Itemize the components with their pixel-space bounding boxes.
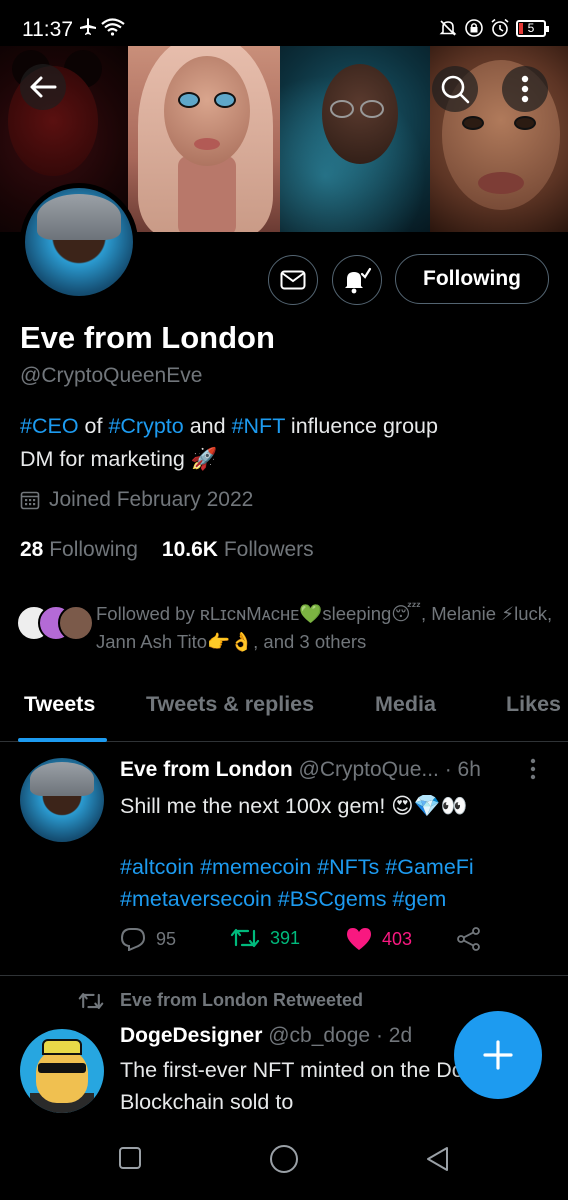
tweet-actions: 95 391 403 — [120, 927, 520, 957]
hashtag-link[interactable]: #CEO — [20, 414, 79, 438]
bio-text: and — [183, 414, 232, 438]
status-right: 5 — [438, 18, 549, 38]
active-tab-indicator — [18, 738, 107, 742]
tweet-header: Eve from London @CryptoQue... · 6h — [120, 758, 481, 782]
tweet-divider — [0, 975, 568, 976]
retweet-author-avatar[interactable] — [20, 1029, 104, 1113]
battery-icon: 5 — [516, 19, 549, 37]
bio-line-1: #CEO of #Crypto and #NFT influence group — [20, 410, 550, 443]
envelope-icon — [280, 270, 306, 290]
reply-button[interactable]: 95 — [120, 927, 176, 951]
retweeted-text: Eve from London Retweeted — [120, 990, 364, 1010]
following-count-link[interactable]: 28 Following — [20, 538, 138, 562]
profile-bio: #CEO of #Crypto and #NFT influence group… — [20, 410, 550, 476]
heart-icon — [347, 928, 371, 950]
retweet-author[interactable]: DogeDesigner — [120, 1024, 262, 1047]
tab-media[interactable]: Media — [375, 692, 436, 717]
search-button[interactable] — [432, 66, 478, 112]
tweet-handle-time: @CryptoQue... · 6h — [298, 758, 481, 781]
back-nav-button[interactable] — [425, 1146, 451, 1177]
tweet-text: Shill me the next 100x gem! 😍💎👀 — [120, 794, 468, 818]
battery-level: 5 — [527, 21, 535, 35]
hashtag-link[interactable]: #Crypto — [108, 414, 183, 438]
profile-avatar[interactable] — [20, 183, 138, 301]
circle-icon — [270, 1145, 298, 1173]
tab-tweets-replies[interactable]: Tweets & replies — [146, 692, 314, 717]
follower-avatars — [16, 600, 96, 641]
arrow-left-icon — [30, 76, 57, 98]
followers-label: Followers — [223, 538, 314, 561]
recents-button[interactable] — [118, 1146, 142, 1175]
bell-check-icon — [345, 267, 372, 294]
followed-by-text: Followed by ʀLɪᴄɴMᴀᴄʜᴇ💚sleeping😴, Melani… — [96, 603, 553, 652]
more-options-button[interactable] — [502, 66, 548, 112]
avatar — [58, 605, 94, 641]
retweet-icon — [78, 992, 104, 1009]
calendar-icon — [20, 491, 40, 510]
retweet-handle-time: @cb_doge · 2d — [268, 1024, 413, 1047]
mute-icon — [439, 20, 457, 36]
home-button[interactable] — [269, 1144, 299, 1179]
reply-icon — [120, 928, 146, 951]
following-label: Following — [49, 538, 138, 561]
lock-circle-icon — [465, 19, 483, 37]
compose-tweet-button[interactable] — [454, 1011, 542, 1099]
tab-tweets[interactable]: Tweets — [24, 692, 95, 717]
followers-count: 10.6K — [161, 538, 218, 561]
joined-text: Joined February 2022 — [49, 488, 254, 511]
alarm-icon — [491, 18, 509, 37]
bio-text: of — [78, 414, 109, 438]
more-vertical-icon — [521, 75, 529, 103]
tweet-more-icon[interactable] — [530, 758, 536, 786]
system-nav-bar — [0, 1128, 568, 1200]
tweet-hashtags[interactable]: #altcoin #memecoin #NFTs #GameFi #metave… — [120, 851, 550, 915]
retweet-header: DogeDesigner @cb_doge · 2d — [120, 1024, 412, 1048]
bio-text: influence group — [284, 414, 438, 438]
banner-art-2 — [128, 46, 280, 232]
profile-handle: @CryptoQueenEve — [20, 364, 203, 387]
like-count: 403 — [382, 928, 413, 949]
share-icon — [457, 927, 480, 951]
retweet-count: 391 — [270, 927, 301, 948]
follow-counts: 28 Following 10.6K Followers — [20, 538, 314, 562]
like-button[interactable]: 403 — [346, 927, 412, 951]
share-button[interactable] — [456, 927, 482, 951]
bio-line-2: DM for marketing 🚀 — [20, 447, 218, 471]
tweet-author[interactable]: Eve from London — [120, 758, 293, 781]
following-button[interactable]: Following — [395, 254, 549, 304]
followers-count-link[interactable]: 10.6K Followers — [162, 538, 314, 562]
followed-by[interactable]: Followed by ʀLɪᴄɴMᴀᴄʜᴇ💚sleeping😴, Melani… — [16, 600, 566, 656]
triangle-back-icon — [427, 1147, 448, 1171]
retweet-icon — [230, 928, 260, 948]
status-bar: 11:37 5 — [0, 0, 568, 46]
display-name: Eve from London — [20, 320, 275, 355]
retweeted-label: Eve from London Retweeted — [78, 990, 363, 1011]
hashtag-link[interactable]: #NFT — [232, 414, 285, 438]
reply-count: 95 — [156, 928, 177, 949]
back-button[interactable] — [20, 64, 66, 110]
message-button[interactable] — [268, 255, 318, 305]
retweet-button[interactable]: 391 — [230, 927, 300, 949]
banner-art-3 — [280, 46, 430, 232]
tab-likes[interactable]: Likes — [506, 692, 561, 717]
airplane-wifi-icons — [78, 16, 130, 42]
following-count: 28 — [20, 538, 44, 561]
tweet-avatar[interactable] — [20, 758, 104, 842]
notifications-button[interactable] — [332, 255, 382, 305]
avatar-image — [25, 188, 133, 296]
profile-tabs: Tweets Tweets & replies Media Likes — [0, 680, 568, 742]
square-icon — [119, 1147, 141, 1169]
status-time: 11:37 — [22, 18, 73, 41]
plus-icon — [483, 1040, 513, 1070]
search-icon — [441, 75, 470, 104]
joined-date: Joined February 2022 — [20, 488, 253, 512]
